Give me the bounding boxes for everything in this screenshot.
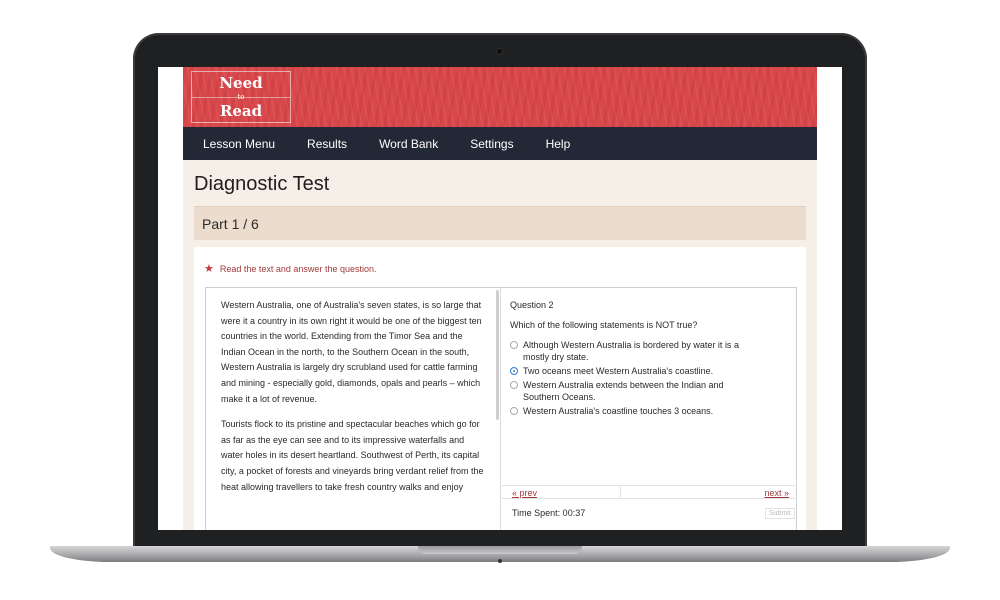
radio-icon[interactable] xyxy=(510,407,518,415)
answer-option-label: Western Australia extends between the In… xyxy=(523,380,724,402)
answer-option-label: Western Australia's coastline touches 3 … xyxy=(523,406,714,416)
test-panel: ★ Read the text and answer the question. … xyxy=(194,247,806,530)
question-number: Question 2 xyxy=(510,300,554,310)
passage-scrollbar[interactable] xyxy=(496,290,499,420)
reading-area: Western Australia, one of Australia's se… xyxy=(205,287,797,530)
next-link[interactable]: next » xyxy=(764,488,789,498)
instruction: ★ Read the text and answer the question. xyxy=(204,262,376,275)
nav-settings[interactable]: Settings xyxy=(470,137,513,151)
question-pager: « prev next » xyxy=(502,485,797,499)
answer-option-4[interactable]: Western Australia's coastline touches 3 … xyxy=(510,405,760,417)
submit-button[interactable]: Submit xyxy=(765,508,795,519)
prev-link[interactable]: « prev xyxy=(512,488,537,498)
laptop-base-dot xyxy=(498,559,502,563)
header-banner: Need to Read xyxy=(183,67,817,127)
radio-icon[interactable] xyxy=(510,381,518,389)
logo-word-to: to xyxy=(237,93,245,101)
laptop-opening-notch xyxy=(418,546,582,554)
nav-word-bank[interactable]: Word Bank xyxy=(379,137,438,151)
webcam-icon xyxy=(497,49,502,54)
answer-option-1[interactable]: Although Western Australia is bordered b… xyxy=(510,339,760,363)
main-nav: Lesson Menu Results Word Bank Settings H… xyxy=(183,127,817,160)
passage-text[interactable]: Western Australia, one of Australia's se… xyxy=(206,288,498,530)
passage-paragraph-2: Tourists flock to its pristine and spect… xyxy=(221,419,484,492)
radio-icon[interactable] xyxy=(510,341,518,349)
laptop-screen: Need to Read Lesson Menu Results Word Ba… xyxy=(158,67,842,530)
logo-word-read: Read xyxy=(219,102,263,120)
need-to-read-logo[interactable]: Need to Read xyxy=(191,71,291,123)
nav-lesson-menu[interactable]: Lesson Menu xyxy=(203,137,275,151)
part-indicator: Part 1 / 6 xyxy=(194,206,806,240)
nav-results[interactable]: Results xyxy=(307,137,347,151)
answer-option-2[interactable]: Two oceans meet Western Australia's coas… xyxy=(510,365,760,377)
star-icon: ★ xyxy=(204,263,214,275)
column-divider xyxy=(500,288,501,530)
question-area: Question 2 Which of the following statem… xyxy=(510,300,796,419)
pager-divider xyxy=(620,486,621,498)
nav-help[interactable]: Help xyxy=(546,137,571,151)
answer-option-label: Two oceans meet Western Australia's coas… xyxy=(523,366,714,376)
passage-paragraph-1: Western Australia, one of Australia's se… xyxy=(221,300,482,404)
time-spent: Time Spent: 00:37 xyxy=(512,508,586,518)
question-prompt: Which of the following statements is NOT… xyxy=(510,320,698,330)
radio-selected-icon[interactable] xyxy=(510,367,518,375)
app-window: Need to Read Lesson Menu Results Word Ba… xyxy=(183,67,817,530)
answer-option-label: Although Western Australia is bordered b… xyxy=(523,340,739,362)
logo-word-need: Need xyxy=(219,74,263,92)
page-title: Diagnostic Test xyxy=(194,173,330,195)
instruction-text: Read the text and answer the question. xyxy=(219,264,377,274)
answer-option-3[interactable]: Western Australia extends between the In… xyxy=(510,379,760,403)
